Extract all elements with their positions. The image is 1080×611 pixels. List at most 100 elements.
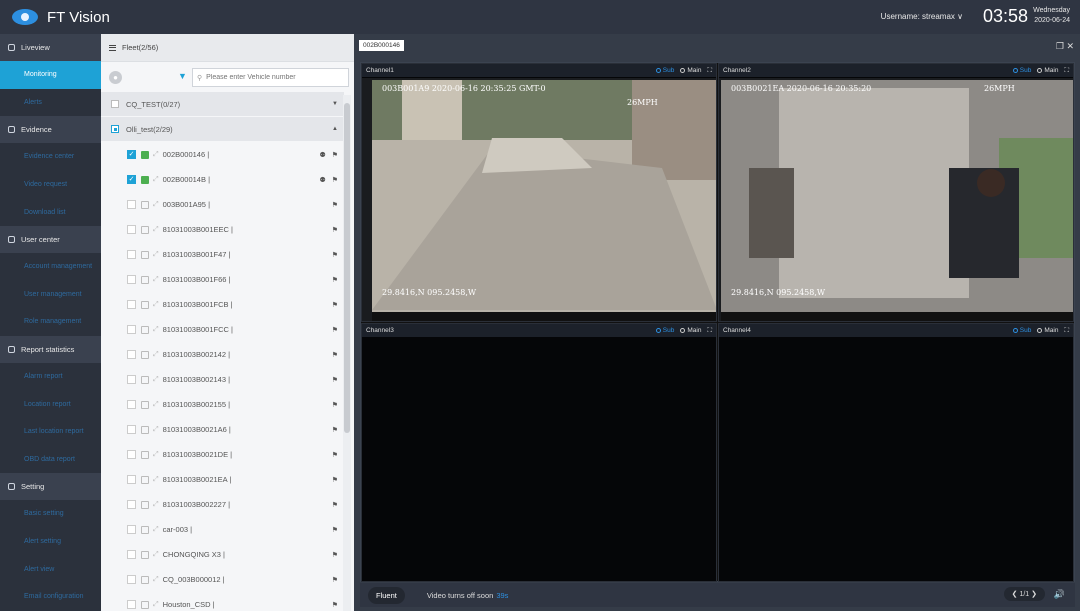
vehicle-checkbox[interactable] <box>127 275 136 284</box>
track-icon[interactable]: ⚑ <box>332 151 338 159</box>
track-icon[interactable]: ⚑ <box>332 176 338 184</box>
main-stream-option[interactable]: Main <box>680 67 701 74</box>
sidebar-item[interactable]: User management <box>0 281 101 309</box>
vehicle-checkbox[interactable] <box>127 425 136 434</box>
vehicle-checkbox[interactable] <box>127 450 136 459</box>
vehicle-checkbox[interactable] <box>127 350 136 359</box>
vehicle-row[interactable]: ⤢ 81031003B002142 | ⚑ <box>101 342 344 367</box>
chevron-up-icon[interactable]: ▲ <box>332 126 338 132</box>
vehicle-search-input[interactable] <box>206 74 337 81</box>
track-icon[interactable]: ⚑ <box>332 526 338 534</box>
volume-icon[interactable]: 🔊 <box>1054 589 1065 600</box>
fullscreen-icon[interactable]: ⛶ <box>1064 67 1069 75</box>
track-icon[interactable]: ⚑ <box>332 426 338 434</box>
restore-icon[interactable]: ❐ <box>1056 41 1064 51</box>
sidebar-section[interactable]: User center <box>0 225 101 253</box>
vehicle-checkbox[interactable] <box>127 225 136 234</box>
track-icon[interactable]: ⚑ <box>332 476 338 484</box>
vehicle-checkbox[interactable] <box>127 375 136 384</box>
track-icon[interactable]: ⚑ <box>332 376 338 384</box>
track-icon[interactable]: ⚑ <box>332 401 338 409</box>
track-icon[interactable]: ⚑ <box>332 276 338 284</box>
vehicle-row[interactable]: ⤢ car-003 | ⚑ <box>101 517 344 542</box>
track-icon[interactable]: ⚑ <box>332 601 338 609</box>
username-menu[interactable]: Username: streamax ∨ <box>881 12 963 21</box>
menu-icon[interactable] <box>109 44 116 51</box>
fleet-scrollbar[interactable] <box>343 95 351 611</box>
sidebar-section[interactable]: Evidence <box>0 116 101 144</box>
main-stream-option[interactable]: Main <box>1037 67 1058 74</box>
vehicle-row[interactable]: ⤢ 81031003B0021DE | ⚑ <box>101 442 344 467</box>
vehicle-checkbox[interactable] <box>127 300 136 309</box>
sidebar-item[interactable]: Role management <box>0 308 101 336</box>
vehicle-checkbox[interactable] <box>127 550 136 559</box>
sidebar-section[interactable]: Setting <box>0 473 101 501</box>
sidebar-item[interactable]: Account management <box>0 253 101 281</box>
track-icon[interactable]: ⚑ <box>332 451 338 459</box>
sidebar-item[interactable]: Alerts <box>0 89 101 117</box>
vehicle-row[interactable]: ⤢ CQ_003B000012 | ⚑ <box>101 567 344 592</box>
vehicle-row[interactable]: ⤢ 81031003B001F66 | ⚑ <box>101 267 344 292</box>
vehicle-row[interactable]: ⤢ 003B001A95 | ⚑ <box>101 192 344 217</box>
sidebar-item[interactable]: Basic setting <box>0 500 101 528</box>
sidebar-item[interactable]: Download list <box>0 198 101 226</box>
sidebar-item[interactable]: OBD data report <box>0 446 101 474</box>
sub-stream-option[interactable]: Sub <box>655 67 674 74</box>
sidebar-item[interactable]: Evidence center <box>0 143 101 171</box>
vehicle-checkbox[interactable] <box>127 575 136 584</box>
track-icon[interactable]: ⚑ <box>332 301 338 309</box>
track-icon[interactable]: ⚑ <box>332 326 338 334</box>
driver-icon[interactable]: ⚉ <box>319 176 325 184</box>
vehicle-checkbox[interactable] <box>127 250 136 259</box>
sub-stream-option[interactable]: Sub <box>1012 327 1031 334</box>
vehicle-row[interactable]: ✓ ⤢ 002B00014B | ⚉ ⚑ <box>101 167 344 192</box>
channel-tile[interactable]: Channel2 Sub Main ⛶ 003B0021EA 2020-06-16 20… <box>718 63 1074 322</box>
track-icon[interactable]: ⚑ <box>332 226 338 234</box>
channel-tile[interactable]: Channel3 Sub Main ⛶ <box>361 323 717 582</box>
chevron-down-icon[interactable]: ▼ <box>332 101 338 107</box>
sidebar-item[interactable]: Alert setting <box>0 528 101 556</box>
vehicle-row[interactable]: ⤢ 81031003B002155 | ⚑ <box>101 392 344 417</box>
fullscreen-icon[interactable]: ⛶ <box>707 327 712 335</box>
vehicle-row[interactable]: ⤢ 81031003B002143 | ⚑ <box>101 367 344 392</box>
vehicle-checkbox[interactable] <box>127 600 136 609</box>
sidebar-item[interactable]: Alert view <box>0 555 101 583</box>
track-icon[interactable]: ⚑ <box>332 201 338 209</box>
fleet-group[interactable]: Olli_test(2/29) ▲ <box>101 117 344 142</box>
channel-tile[interactable]: Channel1 Sub Main ⛶ 003B001A9 2020-06-16 20:… <box>361 63 717 322</box>
fullscreen-icon[interactable]: ⛶ <box>707 67 712 75</box>
vehicle-checkbox[interactable] <box>127 500 136 509</box>
next-page-icon[interactable]: ❯ <box>1031 591 1037 598</box>
sidebar-section[interactable]: Report statistics <box>0 335 101 363</box>
group-checkbox[interactable] <box>111 100 119 108</box>
vehicle-row[interactable]: ⤢ CHONGQING X3 | ⚑ <box>101 542 344 567</box>
vehicle-row[interactable]: ⤢ 81031003B001FCC | ⚑ <box>101 317 344 342</box>
vehicle-checkbox[interactable] <box>127 325 136 334</box>
group-checkbox[interactable] <box>111 125 119 133</box>
collapse-icon[interactable]: ● <box>109 70 122 84</box>
fleet-group[interactable]: CQ_TEST(0/27) ▼ <box>101 92 344 117</box>
fullscreen-icon[interactable]: ⛶ <box>1064 327 1069 335</box>
fluent-button[interactable]: Fluent <box>368 586 405 604</box>
sidebar-item[interactable]: Video request <box>0 171 101 199</box>
sidebar-item[interactable]: Email configuration <box>0 583 101 611</box>
vehicle-tab[interactable]: 002B000146 <box>359 40 404 51</box>
vehicle-row[interactable]: ⤢ Houston_CSD | ⚑ <box>101 592 344 611</box>
channel-tile[interactable]: Channel4 Sub Main ⛶ <box>718 323 1074 582</box>
vehicle-checkbox[interactable] <box>127 525 136 534</box>
sidebar-section[interactable]: Liveview <box>0 34 101 61</box>
filter-icon[interactable]: ▼ <box>178 71 187 81</box>
vehicle-row[interactable]: ⤢ 81031003B002227 | ⚑ <box>101 492 344 517</box>
main-stream-option[interactable]: Main <box>680 327 701 334</box>
track-icon[interactable]: ⚑ <box>332 551 338 559</box>
track-icon[interactable]: ⚑ <box>332 351 338 359</box>
sub-stream-option[interactable]: Sub <box>1012 67 1031 74</box>
vehicle-row[interactable]: ⤢ 81031003B001FCB | ⚑ <box>101 292 344 317</box>
sidebar-item[interactable]: Monitoring <box>0 61 101 89</box>
sub-stream-option[interactable]: Sub <box>655 327 674 334</box>
driver-icon[interactable]: ⚉ <box>319 151 325 159</box>
track-icon[interactable]: ⚑ <box>332 251 338 259</box>
vehicle-checkbox[interactable] <box>127 200 136 209</box>
sidebar-item[interactable]: Alarm report <box>0 363 101 391</box>
vehicle-row[interactable]: ⤢ 81031003B001F47 | ⚑ <box>101 242 344 267</box>
